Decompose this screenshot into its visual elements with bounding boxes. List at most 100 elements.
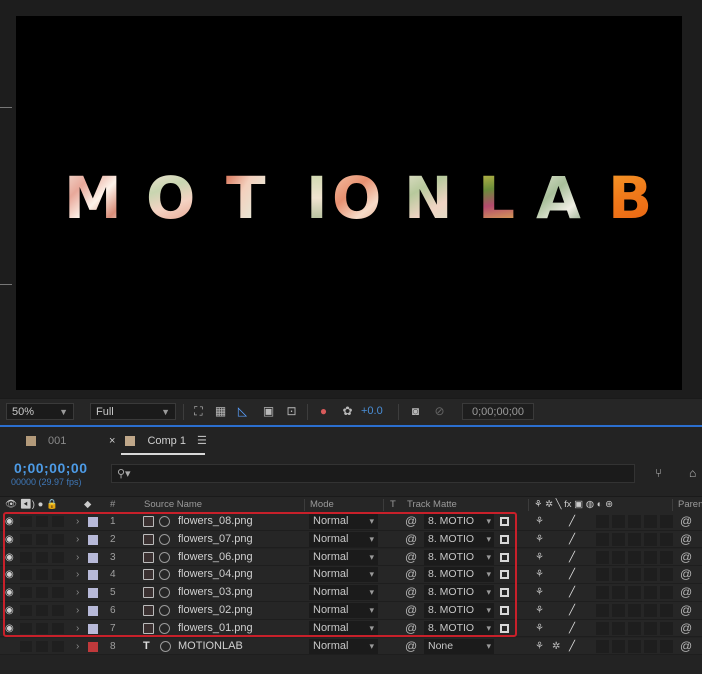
guide-options-icon[interactable]: ▣	[261, 404, 276, 419]
matte-alpha-icon[interactable]	[500, 517, 509, 526]
hamburger-menu-icon[interactable]: ☰	[197, 435, 207, 447]
layer-switch-cell[interactable]	[612, 621, 625, 635]
layer-label-color[interactable]	[88, 606, 98, 616]
layer-switch-cell[interactable]	[644, 639, 657, 653]
layer-switch-cell[interactable]	[596, 639, 609, 653]
shy-switch-icon[interactable]: ⚘	[535, 513, 544, 530]
layer-label-color[interactable]	[88, 570, 98, 581]
track-matte-dropdown[interactable]: 8. MOTIO ▾	[424, 620, 494, 636]
channel-color-icon[interactable]: ●	[316, 404, 331, 419]
expand-chevron-icon[interactable]: ›	[76, 531, 79, 548]
quality-slash-icon[interactable]: ╱	[569, 531, 575, 548]
layer-switch-cell[interactable]	[660, 586, 673, 600]
layer-label-color[interactable]	[88, 641, 98, 652]
layer-switch-cell[interactable]	[628, 604, 641, 617]
layer-switch-cell[interactable]	[644, 621, 657, 635]
parent-pickwhip-icon[interactable]: @	[680, 513, 692, 530]
snapshot-camera-icon[interactable]: ◙	[408, 404, 423, 419]
layer-search-box[interactable]: ⚲▾	[111, 464, 635, 483]
blend-mode-dropdown[interactable]: Normal ▾	[309, 603, 378, 618]
eye-icon[interactable]: ◉	[5, 602, 14, 619]
layer-source-name[interactable]: flowers_04.png	[178, 566, 253, 583]
track-matte-pickwhip-icon[interactable]: @	[405, 549, 417, 566]
layer-row[interactable]: ◉ › 3 flowers_06.png Normal ▾ @8. MOTIO ▾ ⚘ ╱ @	[0, 548, 702, 567]
av-features-icons[interactable]: 👁 ◀) ● 🔒	[5, 498, 58, 512]
expand-chevron-icon[interactable]: ›	[76, 566, 79, 583]
shy-switch-icon[interactable]: ⚘	[535, 638, 544, 655]
solo-switch[interactable]	[36, 569, 48, 581]
layer-row[interactable]: ◉ › 6 flowers_02.png Normal ▾ @8. MOTIO ▾ ⚘ ╱ @	[0, 602, 702, 620]
eye-icon[interactable]: ◉	[5, 620, 14, 637]
parent-pickwhip-icon[interactable]: @	[680, 584, 692, 601]
layer-switch-cell[interactable]	[660, 621, 673, 635]
track-matte-dropdown[interactable]: None ▾	[424, 638, 494, 654]
column-number[interactable]: #	[110, 498, 115, 512]
column-track-matte[interactable]: Track Matte	[407, 498, 457, 512]
track-matte-dropdown[interactable]: 8. MOTIO ▾	[424, 514, 494, 529]
track-matte-pickwhip-icon[interactable]: @	[405, 584, 417, 601]
layer-label-color[interactable]	[88, 588, 98, 599]
audio-switch[interactable]	[20, 622, 32, 634]
layer-label-color[interactable]	[88, 517, 98, 527]
track-matte-pickwhip-icon[interactable]: @	[405, 602, 417, 619]
layer-row[interactable]: › 8 T MOTIONLAB Normal ▾ @ None ▾ ⚘ ✲ ╱ @	[0, 637, 702, 656]
shy-switch-icon[interactable]: ⚘	[535, 584, 544, 601]
layer-switch-cell[interactable]	[596, 568, 609, 582]
matte-alpha-icon[interactable]	[500, 552, 509, 562]
layer-switch-cell[interactable]	[660, 515, 673, 528]
shy-switch-icon[interactable]: ⚘	[535, 602, 544, 619]
composition-flowchart-icon[interactable]: ⑂	[655, 466, 662, 480]
layer-switch-cell[interactable]	[628, 515, 641, 528]
quality-slash-icon[interactable]: ╱	[569, 620, 575, 637]
close-icon[interactable]: ×	[109, 435, 115, 447]
tab-001[interactable]: 001	[26, 427, 66, 455]
eye-icon[interactable]: ◉	[5, 584, 14, 601]
tab-comp-1[interactable]: × Comp 1 ☰	[109, 427, 207, 455]
shy-switch-icon[interactable]: ⚘	[535, 531, 544, 548]
layer-source-name[interactable]: flowers_07.png	[178, 531, 253, 548]
layer-switch-cell[interactable]	[596, 515, 609, 528]
layer-row[interactable]: ◉ › 4 flowers_04.png Normal ▾ @8. MOTIO ▾ ⚘ ╱ @	[0, 566, 702, 585]
column-source-name[interactable]: Source Name	[144, 498, 202, 512]
track-matte-pickwhip-icon[interactable]: @	[405, 620, 417, 637]
track-matte-pickwhip-icon[interactable]: @	[405, 531, 417, 548]
shy-switch-icon[interactable]: ⚘	[535, 549, 544, 566]
mask-visibility-icon[interactable]: ◺	[235, 404, 250, 419]
layer-source-name[interactable]: flowers_01.png	[178, 620, 253, 637]
lock-switch[interactable]	[52, 533, 64, 545]
matte-alpha-icon[interactable]	[500, 570, 509, 580]
track-matte-dropdown[interactable]: 8. MOTIO ▾	[424, 549, 494, 565]
lock-switch[interactable]	[52, 587, 64, 599]
layer-switch-cell[interactable]	[660, 639, 673, 653]
layer-switch-cell[interactable]	[644, 515, 657, 528]
layer-switch-cell[interactable]	[628, 568, 641, 582]
layer-source-name[interactable]: flowers_06.png	[178, 549, 253, 566]
eye-icon[interactable]: ◉	[5, 566, 14, 583]
quality-slash-icon[interactable]: ╱	[569, 584, 575, 601]
quality-slash-icon[interactable]: ╱	[569, 602, 575, 619]
parent-pickwhip-icon[interactable]: @	[680, 602, 692, 619]
label-tag-icon[interactable]: ◆	[84, 498, 91, 512]
layer-row[interactable]: ◉ › 5 flowers_03.png Normal ▾ @8. MOTIO ▾ ⚘ ╱ @	[0, 584, 702, 602]
solo-switch[interactable]	[36, 516, 48, 527]
expand-chevron-icon[interactable]: ›	[76, 584, 79, 601]
audio-switch[interactable]	[20, 587, 32, 599]
layer-label-color[interactable]	[88, 534, 98, 545]
blend-mode-dropdown[interactable]: Normal ▾	[309, 638, 378, 654]
lock-switch[interactable]	[52, 640, 64, 652]
zoom-dropdown[interactable]: 50% ▼	[6, 403, 74, 420]
audio-switch[interactable]	[20, 551, 32, 563]
layer-label-color[interactable]	[88, 552, 98, 563]
layer-row[interactable]: ◉ › 2 flowers_07.png Normal ▾ @8. MOTIO ▾ ⚘ ╱ @	[0, 530, 702, 549]
solo-switch[interactable]	[36, 622, 48, 634]
layer-switch-cell[interactable]	[596, 550, 609, 564]
layer-row[interactable]: ◉ › 1 flowers_08.png Normal ▾ @8. MOTIO ▾ ⚘ ╱ @	[0, 513, 702, 531]
audio-switch[interactable]	[20, 640, 32, 652]
layer-switch-cell[interactable]	[612, 639, 625, 653]
draft-3d-icon[interactable]: ⌂	[689, 466, 696, 480]
parent-pickwhip-icon[interactable]: @	[680, 620, 692, 637]
layer-switch-cell[interactable]	[628, 621, 641, 635]
quality-slash-icon[interactable]: ╱	[569, 638, 575, 655]
layer-switch-cell[interactable]	[660, 568, 673, 582]
solo-switch[interactable]	[36, 533, 48, 545]
